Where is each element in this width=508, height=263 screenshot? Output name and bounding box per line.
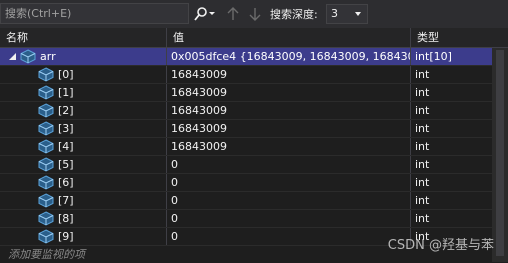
value-cell[interactable]: 0 bbox=[166, 174, 410, 191]
chevron-down-icon bbox=[355, 12, 361, 16]
value-cell[interactable]: 0 bbox=[166, 228, 410, 245]
column-header-value[interactable]: 值 bbox=[166, 28, 410, 47]
type-cell: int bbox=[410, 174, 492, 191]
type-cell: int bbox=[410, 138, 492, 155]
watch-row[interactable]: [7] 0 int bbox=[0, 192, 492, 210]
value-cell[interactable]: 0 bbox=[166, 210, 410, 227]
watch-row[interactable]: [2] 16843009 int bbox=[0, 102, 492, 120]
watch-row[interactable]: [8] 0 int bbox=[0, 210, 492, 228]
watch-row[interactable]: [3] 16843009 int bbox=[0, 120, 492, 138]
name-cell: [3] bbox=[0, 120, 166, 137]
name-cell: arr bbox=[0, 48, 166, 65]
column-header: 名称 值 类型 bbox=[0, 28, 508, 48]
value-cell[interactable]: 16843009 bbox=[166, 138, 410, 155]
type-cell: int bbox=[410, 102, 492, 119]
row-name: [7] bbox=[58, 194, 74, 207]
search-input[interactable] bbox=[5, 5, 185, 22]
watch-object-icon bbox=[20, 49, 36, 64]
value-cell[interactable]: 16843009 bbox=[166, 66, 410, 83]
value-cell[interactable]: 16843009 bbox=[166, 84, 410, 101]
column-header-name[interactable]: 名称 bbox=[0, 28, 166, 47]
watch-row[interactable]: [1] 16843009 int bbox=[0, 84, 492, 102]
search-box[interactable] bbox=[0, 3, 189, 24]
watch-object-icon bbox=[38, 67, 54, 82]
row-name: [9] bbox=[58, 230, 74, 243]
watch-object-icon bbox=[38, 121, 54, 136]
arrow-up-icon bbox=[227, 7, 239, 20]
collapse-triangle-icon[interactable] bbox=[8, 52, 17, 61]
type-cell: int bbox=[410, 84, 492, 101]
value-cell[interactable]: 0 bbox=[166, 192, 410, 209]
value-cell[interactable]: 16843009 bbox=[166, 120, 410, 137]
name-cell: [5] bbox=[0, 156, 166, 173]
search-depth-select[interactable]: 3 bbox=[326, 4, 368, 24]
type-cell: int bbox=[410, 156, 492, 173]
watch-object-icon bbox=[38, 229, 54, 244]
vertical-scrollbar[interactable] bbox=[492, 48, 508, 262]
watch-row[interactable]: [5] 0 int bbox=[0, 156, 492, 174]
watch-object-icon bbox=[38, 193, 54, 208]
watch-object-icon bbox=[38, 157, 54, 172]
row-name: [2] bbox=[58, 104, 74, 117]
watch-object-icon bbox=[38, 211, 54, 226]
value-cell[interactable]: 0x005dfce4 {16843009, 16843009, 16843009… bbox=[166, 48, 410, 65]
watch-object-icon bbox=[38, 103, 54, 118]
row-name: [0] bbox=[58, 68, 74, 81]
watch-object-icon bbox=[38, 85, 54, 100]
row-name: [4] bbox=[58, 140, 74, 153]
name-cell: [9] bbox=[0, 228, 166, 245]
find-next-button[interactable] bbox=[248, 6, 262, 22]
search-icon bbox=[194, 7, 215, 21]
column-header-type[interactable]: 类型 bbox=[410, 28, 492, 47]
arrow-down-icon bbox=[249, 8, 261, 21]
watch-toolbar: 搜索深度: 3 bbox=[0, 0, 508, 29]
name-cell: [0] bbox=[0, 66, 166, 83]
watch-row[interactable]: [6] 0 int bbox=[0, 174, 492, 192]
search-depth-label: 搜索深度: bbox=[270, 8, 318, 21]
watch-list: arr 0x005dfce4 {16843009, 16843009, 1684… bbox=[0, 48, 492, 263]
watch-row[interactable]: [4] 16843009 int bbox=[0, 138, 492, 156]
type-cell: int bbox=[410, 210, 492, 227]
name-cell: [4] bbox=[0, 138, 166, 155]
name-cell: [7] bbox=[0, 192, 166, 209]
watch-object-icon bbox=[38, 139, 54, 154]
name-cell: [6] bbox=[0, 174, 166, 191]
watch-object-icon bbox=[38, 175, 54, 190]
search-depth-value: 3 bbox=[331, 7, 338, 20]
name-cell: [8] bbox=[0, 210, 166, 227]
scrollbar-thumb[interactable] bbox=[496, 50, 504, 256]
watch-row-root[interactable]: arr 0x005dfce4 {16843009, 16843009, 1684… bbox=[0, 48, 492, 66]
row-name: [6] bbox=[58, 176, 74, 189]
type-cell: int bbox=[410, 192, 492, 209]
watermark: CSDN @羟基与苯 bbox=[387, 238, 494, 253]
row-name: [3] bbox=[58, 122, 74, 135]
row-name: [8] bbox=[58, 212, 74, 225]
find-previous-button[interactable] bbox=[226, 6, 240, 22]
value-cell[interactable]: 16843009 bbox=[166, 102, 410, 119]
add-watch-label: 添加要监视的项 bbox=[8, 248, 85, 261]
type-cell: int bbox=[410, 66, 492, 83]
watch-row[interactable]: [0] 16843009 int bbox=[0, 66, 492, 84]
row-name: [5] bbox=[58, 158, 74, 171]
row-name: [1] bbox=[58, 86, 74, 99]
row-name: arr bbox=[40, 50, 56, 63]
search-button[interactable] bbox=[190, 4, 218, 24]
value-cell[interactable]: 0 bbox=[166, 156, 410, 173]
name-cell: [2] bbox=[0, 102, 166, 119]
type-cell: int[10] bbox=[410, 48, 492, 65]
name-cell: [1] bbox=[0, 84, 166, 101]
type-cell: int bbox=[410, 120, 492, 137]
